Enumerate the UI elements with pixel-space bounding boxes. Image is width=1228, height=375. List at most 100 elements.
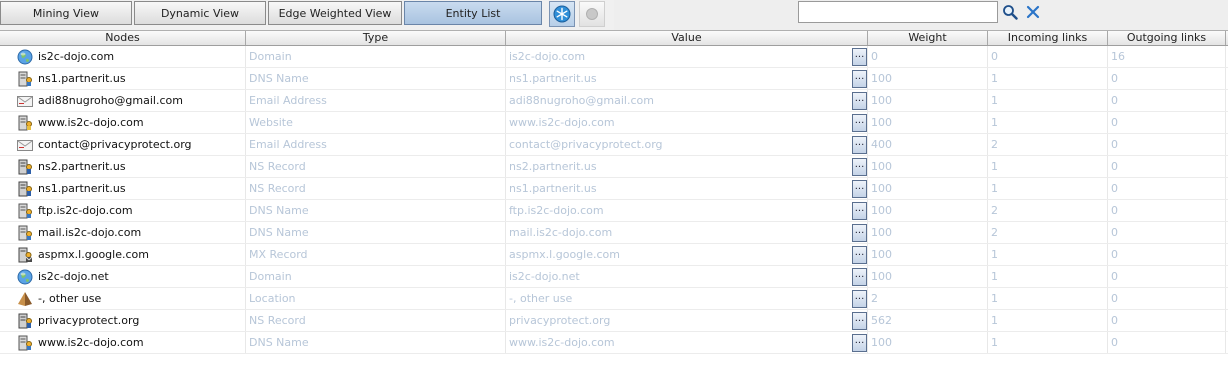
tab-dynamic-view[interactable]: Dynamic View [134, 1, 266, 25]
column-header-outgoing-links[interactable]: Outgoing links [1108, 31, 1226, 45]
value-cell: ns2.partnerit.us [506, 156, 868, 177]
value-cell: privacyprotect.org [506, 310, 868, 331]
edit-value-button[interactable]: ... [852, 158, 867, 176]
incoming-links-cell: 1 [988, 244, 1108, 265]
weight-cell: 562 [868, 310, 988, 331]
type-cell: Email Address [246, 134, 506, 155]
column-header-value[interactable]: Value [506, 31, 868, 45]
edit-value-button[interactable]: ... [852, 334, 867, 352]
record-button[interactable] [579, 1, 605, 27]
node-cell[interactable]: privacyprotect.org [0, 310, 246, 331]
incoming-links-cell: 2 [988, 222, 1108, 243]
edit-value-button[interactable]: ... [852, 224, 867, 242]
table-row[interactable]: ftp.is2c-dojo.com DNS Name ftp.is2c-dojo.c… [0, 200, 1228, 222]
dns-server-icon [17, 71, 33, 87]
table-row[interactable]: contact@privacyprotect.org Email Address c… [0, 134, 1228, 156]
node-cell[interactable]: mail.is2c-dojo.com [0, 222, 246, 243]
node-cell[interactable]: adi88nugroho@gmail.com [0, 90, 246, 111]
weight-cell: 100 [868, 222, 988, 243]
type-cell: Email Address [246, 90, 506, 111]
node-cell[interactable]: aspmx.l.google.com [0, 244, 246, 265]
type-cell: NS Record [246, 310, 506, 331]
edit-value-button[interactable]: ... [852, 136, 867, 154]
column-header-type[interactable]: Type [246, 31, 506, 45]
node-cell[interactable]: ftp.is2c-dojo.com [0, 200, 246, 221]
outgoing-links-cell: 0 [1108, 112, 1226, 133]
table-row[interactable]: privacyprotect.org NS Record privacyprotec… [0, 310, 1228, 332]
type-cell: DNS Name [246, 222, 506, 243]
node-cell[interactable]: ns1.partnerit.us [0, 178, 246, 199]
node-cell[interactable]: ns2.partnerit.us [0, 156, 246, 177]
value-cell: is2c-dojo.net [506, 266, 868, 287]
column-header-nodes[interactable]: Nodes [0, 31, 246, 45]
globe-icon [17, 49, 33, 65]
dns-server-icon [17, 335, 33, 351]
incoming-links-cell: 1 [988, 332, 1108, 353]
outgoing-links-cell: 0 [1108, 68, 1226, 89]
outgoing-links-cell: 16 [1108, 46, 1226, 67]
tab-edge-weighted-view[interactable]: Edge Weighted View [268, 1, 402, 25]
edit-value-button[interactable]: ... [852, 290, 867, 308]
value-cell: mail.is2c-dojo.com [506, 222, 868, 243]
table-row[interactable]: is2c-dojo.net Domain is2c-dojo.net... 100 1 0 [0, 266, 1228, 288]
column-header-weight[interactable]: Weight [868, 31, 988, 45]
node-cell[interactable]: is2c-dojo.com [0, 46, 246, 67]
table-row[interactable]: www.is2c-dojo.com Website www.is2c-dojo.co… [0, 112, 1228, 134]
clear-search-button[interactable] [1022, 1, 1044, 23]
location-pyramid-icon [17, 291, 33, 307]
search-input[interactable] [798, 1, 998, 23]
weight-cell: 100 [868, 68, 988, 89]
node-label: -, other use [38, 292, 102, 305]
node-cell[interactable]: is2c-dojo.net [0, 266, 246, 287]
table-row[interactable]: ns1.partnerit.us DNS Name ns1.partnerit.us… [0, 68, 1228, 90]
circle-icon [586, 8, 598, 20]
table-row[interactable]: ns2.partnerit.us NS Record ns2.partnerit.u… [0, 156, 1228, 178]
tab-entity-list[interactable]: Entity List [404, 1, 542, 25]
email-icon [17, 93, 33, 109]
dns-server-icon [17, 203, 33, 219]
entity-table: Nodes Type Value Weight Incoming links O… [0, 30, 1228, 354]
weight-cell: 100 [868, 156, 988, 177]
value-cell: is2c-dojo.com [506, 46, 868, 67]
edit-value-button[interactable]: ... [852, 180, 867, 198]
freeze-button[interactable] [549, 1, 575, 27]
type-cell: DNS Name [246, 332, 506, 353]
edit-value-button[interactable]: ... [852, 70, 867, 88]
outgoing-links-cell: 0 [1108, 244, 1226, 265]
node-label: ns1.partnerit.us [38, 182, 126, 195]
node-cell[interactable]: www.is2c-dojo.com [0, 112, 246, 133]
column-header-incoming-links[interactable]: Incoming links [988, 31, 1108, 45]
node-cell[interactable]: ns1.partnerit.us [0, 68, 246, 89]
node-cell[interactable]: -, other use [0, 288, 246, 309]
outgoing-links-cell: 0 [1108, 156, 1226, 177]
incoming-links-cell: 1 [988, 156, 1108, 177]
edit-value-button[interactable]: ... [852, 202, 867, 220]
edit-value-button[interactable]: ... [852, 268, 867, 286]
edit-value-button[interactable]: ... [852, 312, 867, 330]
edit-value-button[interactable]: ... [852, 114, 867, 132]
table-row[interactable]: adi88nugroho@gmail.com Email Address adi88… [0, 90, 1228, 112]
incoming-links-cell: 2 [988, 134, 1108, 155]
value-cell: aspmx.l.google.com [506, 244, 868, 265]
tab-mining-view[interactable]: Mining View [0, 1, 132, 25]
type-cell: MX Record [246, 244, 506, 265]
outgoing-links-cell: 0 [1108, 266, 1226, 287]
outgoing-links-cell: 0 [1108, 134, 1226, 155]
table-header: Nodes Type Value Weight Incoming links O… [0, 30, 1228, 46]
edit-value-button[interactable]: ... [852, 48, 867, 66]
table-row[interactable]: www.is2c-dojo.com DNS Name www.is2c-dojo.c… [0, 332, 1228, 354]
search-button[interactable] [999, 1, 1021, 23]
incoming-links-cell: 2 [988, 200, 1108, 221]
node-label: ns2.partnerit.us [38, 160, 126, 173]
node-cell[interactable]: contact@privacyprotect.org [0, 134, 246, 155]
table-row[interactable]: -, other use Location -, other use... 2 1 0 [0, 288, 1228, 310]
node-cell[interactable]: www.is2c-dojo.com [0, 332, 246, 353]
table-row[interactable]: ns1.partnerit.us NS Record ns1.partnerit.u… [0, 178, 1228, 200]
table-row[interactable]: is2c-dojo.com Domain is2c-dojo.com... 0 0 16 [0, 46, 1228, 68]
table-row[interactable]: mail.is2c-dojo.com DNS Name mail.is2c-dojo… [0, 222, 1228, 244]
toolbar: Mining View Dynamic View Edge Weighted V… [0, 0, 1228, 30]
table-row[interactable]: aspmx.l.google.com MX Record aspmx.l.googl… [0, 244, 1228, 266]
edit-value-button[interactable]: ... [852, 246, 867, 264]
edit-value-button[interactable]: ... [852, 92, 867, 110]
value-cell: ftp.is2c-dojo.com [506, 200, 868, 221]
